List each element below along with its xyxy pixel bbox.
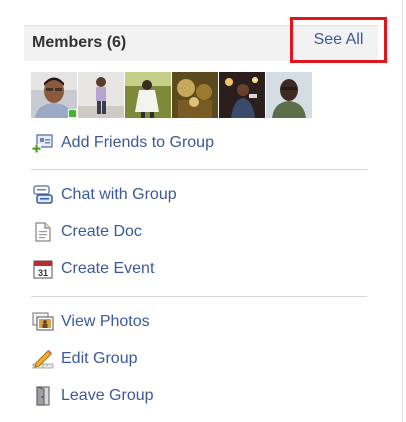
panel-right-border — [402, 0, 403, 422]
member-photo-2-icon — [78, 72, 124, 118]
edit-group[interactable]: Edit Group — [32, 348, 137, 370]
member-avatar-3[interactable] — [125, 72, 171, 118]
view-photos[interactable]: View Photos — [32, 311, 150, 333]
calendar-day-number: 31 — [38, 268, 48, 278]
members-title: Members (6) — [32, 34, 127, 51]
member-photo-3-icon — [125, 72, 171, 118]
chat-icon — [32, 184, 54, 206]
member-avatar-1[interactable] — [31, 72, 77, 118]
photos-icon — [32, 311, 54, 333]
member-avatar-6[interactable] — [266, 72, 312, 118]
leave-icon — [32, 385, 54, 407]
add-friends-icon — [32, 132, 54, 154]
leave-group[interactable]: Leave Group — [32, 385, 154, 407]
add-friends-to-group[interactable]: Add Friends to Group — [32, 132, 214, 154]
group-members-panel: Members (6) See All Add Friends to Group… — [0, 0, 406, 422]
section-divider — [31, 169, 367, 170]
calendar-icon: 31 — [32, 258, 54, 280]
create-doc[interactable]: Create Doc — [32, 221, 142, 243]
member-photo-4-icon — [172, 72, 218, 118]
member-photo-6-icon — [266, 72, 312, 118]
member-avatar-2[interactable] — [78, 72, 124, 118]
doc-icon — [32, 221, 54, 243]
chat-with-group[interactable]: Chat with Group — [32, 184, 177, 206]
create-event-label: Create Event — [61, 260, 155, 277]
create-event[interactable]: 31 Create Event — [32, 258, 154, 280]
member-thumbnails — [31, 72, 313, 118]
online-indicator — [68, 109, 77, 118]
add-friends-label: Add Friends to Group — [61, 134, 214, 151]
member-avatar-5[interactable] — [219, 72, 265, 118]
member-avatar-4[interactable] — [172, 72, 218, 118]
section-divider — [31, 296, 367, 297]
edit-icon — [32, 348, 54, 370]
view-photos-label: View Photos — [61, 313, 150, 330]
see-all-label: See All — [313, 31, 364, 48]
chat-with-group-label: Chat with Group — [61, 186, 177, 203]
leave-group-label: Leave Group — [61, 387, 154, 404]
edit-group-label: Edit Group — [61, 350, 138, 367]
member-photo-5-icon — [219, 72, 265, 118]
see-all-link[interactable]: See All — [290, 17, 387, 63]
create-doc-label: Create Doc — [61, 223, 142, 240]
